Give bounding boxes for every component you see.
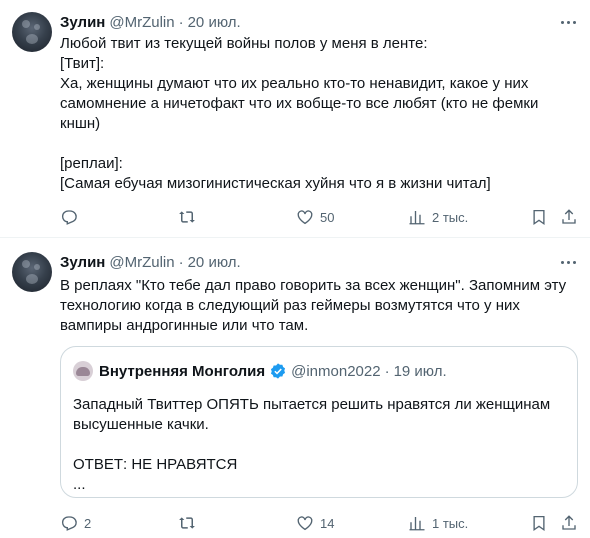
share-button[interactable] [560,207,578,227]
reply-icon [61,210,77,225]
quote-text: Западный Твиттер ОПЯТЬ пытается решить н… [73,396,551,493]
views-count: 1 тыс. [432,515,469,531]
bookmark-button[interactable] [530,513,548,533]
like-count: 14 [320,515,335,531]
views-icon [409,517,425,531]
more-icon[interactable] [558,12,578,32]
tweet-text: В реплаях "Кто тебе дал право говорить з… [60,277,567,334]
like-count: 50 [320,209,335,225]
avatar[interactable] [12,252,52,292]
tweet-date[interactable]: 20 июл. [188,14,241,31]
share-button[interactable] [560,513,578,533]
repost-button[interactable] [178,513,202,533]
like-button[interactable]: 50 [296,207,334,227]
like-icon [297,210,313,225]
quote-author-name: Внутренняя Монголия [99,362,266,380]
tweet-date[interactable]: 20 июл. [188,254,241,271]
repost-icon [179,517,195,529]
views-count: 2 тыс. [432,209,469,225]
bookmark-icon [533,515,545,532]
like-icon [297,516,313,531]
separator: · [178,13,184,31]
reply-button[interactable] [60,207,84,227]
bookmark-button[interactable] [530,207,548,227]
quote-date: 19 июл. [393,362,447,380]
tweet[interactable]: Зулин @MrZulin · 20 июл. Любой твит из т… [0,0,590,238]
bookmark-icon [533,209,545,226]
more-icon[interactable] [558,252,578,272]
quoted-tweet[interactable]: Внутренняя Монголия @inmon2022 · 19 июл.… [60,346,578,498]
views-button[interactable]: 1 тыс. [408,513,468,533]
tweet-actions: 2 14 1 тыс. [60,513,580,533]
reply-icon [61,516,77,531]
tweet-header: Зулин @MrZulin · 20 июл. [60,252,241,272]
author-handle[interactable]: @MrZulin [109,14,174,31]
quote-avatar [73,361,93,381]
quote-author-handle: @inmon2022 [291,362,381,380]
separator: · [384,362,390,380]
tweet-text: Любой твит из текущей войны полов у меня… [60,35,539,192]
views-button[interactable]: 2 тыс. [408,207,468,227]
author-name[interactable]: Зулин [60,14,105,31]
repost-button[interactable] [178,207,202,227]
quote-header: Внутренняя Монголия @inmon2022 · 19 июл. [73,361,447,381]
avatar[interactable] [12,12,52,52]
verified-badge-icon [271,363,286,379]
tweet[interactable]: Зулин @MrZulin · 20 июл. В реплаях "Кто … [0,238,590,538]
reply-count: 2 [84,515,92,531]
like-button[interactable]: 14 [296,513,334,533]
share-icon [562,209,576,224]
tweet-header: Зулин @MrZulin · 20 июл. [60,12,241,32]
reply-button[interactable]: 2 [60,513,91,533]
tweet-actions: 50 2 тыс. [60,207,580,227]
separator: · [178,253,184,271]
author-name[interactable]: Зулин [60,254,105,271]
views-icon [409,211,425,225]
repost-icon [179,211,195,223]
share-icon [562,515,576,530]
author-handle[interactable]: @MrZulin [109,254,174,271]
